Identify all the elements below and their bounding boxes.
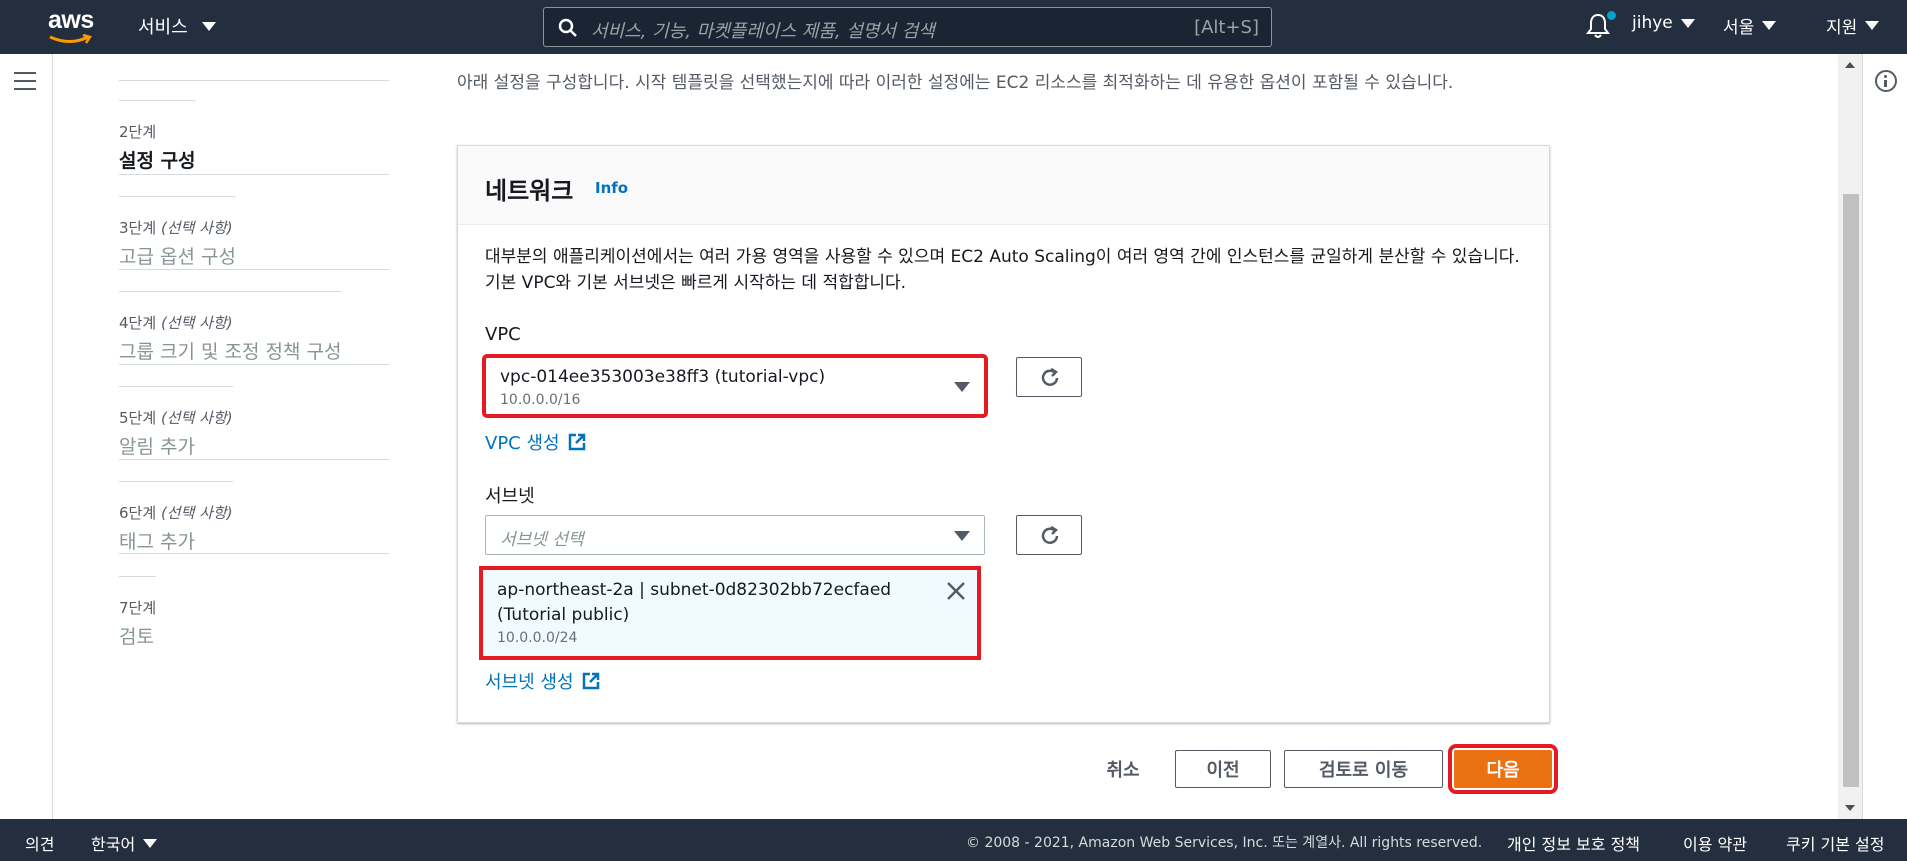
aws-logo-text: aws — [48, 6, 94, 34]
step-item-3[interactable]: 3단계 (선택 사항) 고급 옵션 구성 — [119, 196, 236, 287]
step-number: 5단계 (선택 사항) — [119, 409, 233, 427]
support-menu[interactable]: 지원 — [1826, 13, 1880, 38]
chevron-down-icon — [1762, 21, 1777, 30]
next-button[interactable]: 다음 — [1448, 744, 1558, 794]
step-title: 고급 옵션 구성 — [119, 246, 236, 268]
step-item-7[interactable]: 7단계 검토 — [119, 576, 157, 667]
divider — [119, 553, 389, 554]
step-title: 설정 구성 — [119, 150, 196, 172]
support-label: 지원 — [1826, 18, 1858, 38]
copyright-text: © 2008 - 2021, Amazon Web Services, Inc.… — [966, 835, 1483, 851]
info-link[interactable]: Info — [595, 179, 628, 197]
scroll-down-icon[interactable] — [1845, 805, 1855, 811]
info-icon[interactable] — [1875, 70, 1897, 92]
privacy-link[interactable]: 개인 정보 보호 정책 — [1507, 831, 1640, 855]
language-label: 한국어 — [91, 835, 136, 854]
feedback-link[interactable]: 의견 — [25, 831, 54, 855]
scrollbar[interactable] — [1838, 54, 1862, 819]
caret-down-icon — [954, 382, 970, 392]
vpc-select[interactable]: vpc-014ee353003e38ff3 (tutorial-vpc) 10.… — [482, 354, 988, 418]
user-menu[interactable]: jihye — [1632, 13, 1695, 33]
scroll-up-icon[interactable] — [1845, 62, 1855, 68]
step-number: 6단계 (선택 사항) — [119, 504, 233, 522]
region-label: 서울 — [1723, 18, 1755, 38]
create-vpc-link[interactable]: VPC 생성 — [485, 429, 586, 455]
step-number: 3단계 (선택 사항) — [119, 219, 233, 237]
step-title: 알림 추가 — [119, 436, 195, 458]
subnet-select[interactable]: 서브넷 선택 — [485, 515, 985, 555]
scrollbar-thumb[interactable] — [1843, 194, 1859, 787]
selected-subnet-token: ap-northeast-2a | subnet-0d82302bb72ecfa… — [479, 566, 981, 660]
caret-down-icon — [954, 531, 970, 541]
step-item-6[interactable]: 6단계 (선택 사항) 태그 추가 — [119, 481, 233, 572]
subnet-token-cidr: 10.0.0.0/24 — [497, 630, 578, 646]
step-number: 4단계 (선택 사항) — [119, 314, 233, 332]
aws-logo[interactable]: aws — [46, 6, 96, 44]
divider — [119, 174, 389, 175]
side-panel-strip — [0, 54, 53, 819]
search-placeholder: 서비스, 기능, 마켓플레이스 제품, 설명서 검색 — [591, 21, 935, 42]
network-description: 대부분의 애플리케이션에서는 여러 가용 영역을 사용할 수 있으며 EC2 A… — [485, 247, 1520, 293]
vpc-cidr: 10.0.0.0/16 — [500, 392, 581, 408]
footer: 의견 한국어 © 2008 - 2021, Amazon Web Service… — [0, 819, 1907, 861]
aws-smile-icon — [49, 34, 92, 44]
divider — [119, 269, 389, 270]
subnet-refresh-button[interactable] — [1016, 515, 1082, 555]
previous-button[interactable]: 이전 — [1175, 750, 1271, 788]
subnet-label: 서브넷 — [485, 486, 535, 507]
search-shortcut: [Alt+S] — [1194, 17, 1259, 38]
close-icon[interactable] — [945, 580, 967, 602]
language-selector[interactable]: 한국어 — [91, 831, 158, 855]
step-number: 2단계 — [119, 123, 157, 141]
search-icon — [558, 18, 577, 37]
create-subnet-link[interactable]: 서브넷 생성 — [485, 668, 600, 694]
step-item-4[interactable]: 4단계 (선택 사항) 그룹 크기 및 조정 정책 구성 — [119, 291, 342, 382]
refresh-icon — [1041, 367, 1059, 386]
panel-title: 네트워크 — [485, 177, 574, 205]
chevron-down-icon — [1865, 21, 1880, 30]
chevron-down-icon — [143, 838, 158, 848]
create-vpc-label: VPC 생성 — [485, 433, 560, 454]
services-menu[interactable]: 서비스 — [138, 13, 216, 39]
panel-header: 네트워크 Info — [458, 146, 1549, 225]
vpc-refresh-button[interactable] — [1016, 357, 1082, 397]
create-subnet-label: 서브넷 생성 — [485, 672, 574, 693]
terms-link[interactable]: 이용 약관 — [1683, 831, 1747, 855]
external-link-icon — [582, 672, 599, 690]
vpc-selected-value: vpc-014ee353003e38ff3 (tutorial-vpc) — [500, 367, 826, 387]
top-navigation: aws 서비스 서비스, 기능, 마켓플레이스 제품, 설명서 검색 [Alt+… — [0, 0, 1907, 54]
chevron-down-icon — [1680, 18, 1695, 28]
skip-to-review-button[interactable]: 검토로 이동 — [1284, 750, 1443, 788]
divider — [119, 459, 389, 460]
step-number: 7단계 — [119, 599, 157, 617]
step-title: 태그 추가 — [119, 531, 195, 553]
menu-icon[interactable] — [14, 72, 36, 90]
divider — [119, 364, 389, 365]
step-title: 그룹 크기 및 조정 정책 구성 — [119, 341, 342, 363]
region-menu[interactable]: 서울 — [1723, 13, 1777, 38]
vpc-label: VPC — [485, 324, 521, 345]
help-panel-strip — [1862, 54, 1907, 819]
chevron-down-icon — [201, 21, 216, 31]
search-input[interactable]: 서비스, 기능, 마켓플레이스 제품, 설명서 검색 [Alt+S] — [543, 7, 1272, 47]
network-panel: 네트워크 Info 대부분의 애플리케이션에서는 여러 가용 영역을 사용할 수… — [457, 145, 1550, 723]
cookie-preferences-link[interactable]: 쿠키 기본 설정 — [1786, 831, 1885, 855]
cancel-button[interactable]: 취소 — [1088, 750, 1158, 788]
notification-dot — [1607, 11, 1616, 20]
intro-text: 아래 설정을 구성합니다. 시작 템플릿을 선택했는지에 따라 이러한 설정에는… — [457, 73, 1454, 93]
services-label: 서비스 — [138, 17, 188, 38]
subnet-placeholder: 서브넷 선택 — [500, 530, 584, 550]
step-item-2[interactable]: 2단계 설정 구성 — [119, 100, 196, 191]
divider — [119, 80, 389, 81]
external-link-icon — [568, 433, 585, 451]
subnet-token-label: ap-northeast-2a | subnet-0d82302bb72ecfa… — [497, 580, 892, 625]
user-label: jihye — [1632, 13, 1673, 33]
step-title: 검토 — [119, 626, 154, 648]
step-item-5[interactable]: 5단계 (선택 사항) 알림 추가 — [119, 386, 233, 477]
refresh-icon — [1041, 525, 1059, 544]
